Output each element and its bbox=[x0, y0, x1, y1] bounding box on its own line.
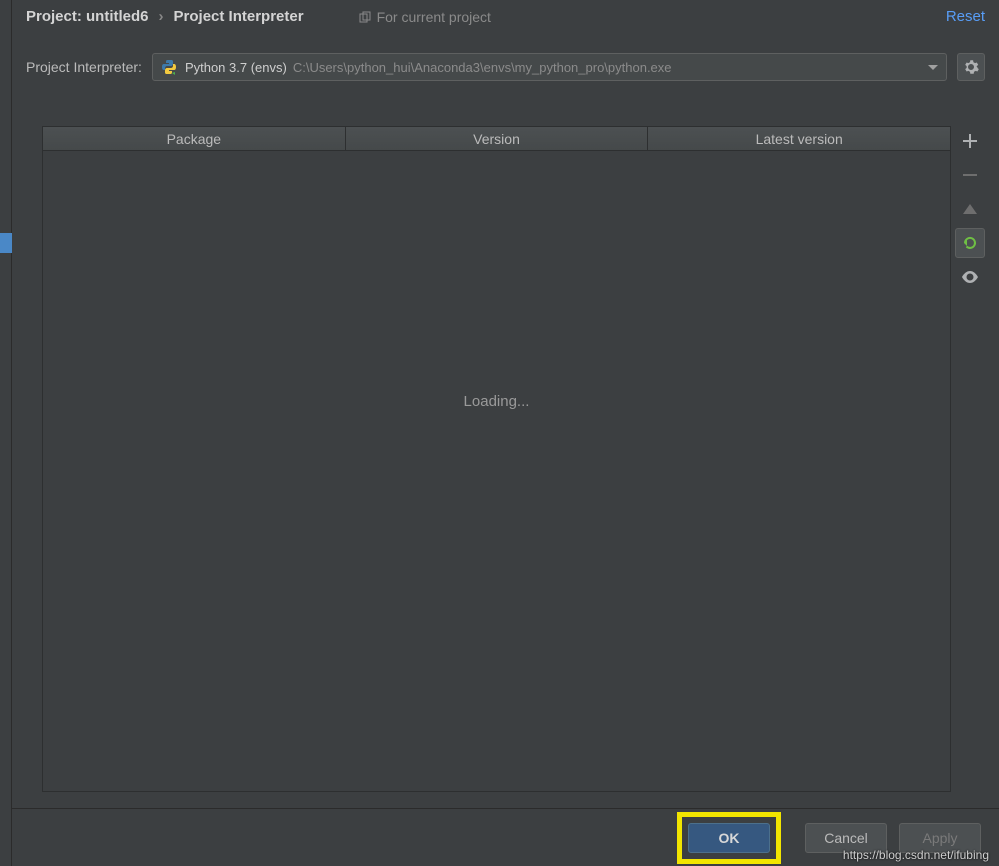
packages-table: Package Version Latest version Loading..… bbox=[42, 126, 951, 792]
breadcrumb-section: Project Interpreter bbox=[174, 8, 304, 25]
column-latest[interactable]: Latest version bbox=[648, 127, 950, 150]
watermark-text: https://blog.csdn.net/ifubing bbox=[843, 848, 989, 862]
breadcrumb: Project: untitled6 › Project Interpreter… bbox=[12, 0, 999, 31]
scope-text: For current project bbox=[377, 9, 491, 25]
interpreter-select[interactable]: Python 3.7 (envs) C:\Users\python_hui\An… bbox=[152, 53, 947, 81]
upgrade-package-button[interactable] bbox=[955, 194, 985, 224]
show-early-releases-button[interactable] bbox=[955, 262, 985, 292]
scope-label: For current project bbox=[359, 9, 491, 25]
refresh-button[interactable] bbox=[955, 228, 985, 258]
breadcrumb-project[interactable]: Project: untitled6 bbox=[26, 8, 149, 25]
loading-text: Loading... bbox=[464, 393, 530, 410]
python-icon bbox=[161, 59, 177, 75]
settings-panel: Project: untitled6 › Project Interpreter… bbox=[12, 0, 999, 866]
table-header: Package Version Latest version bbox=[43, 127, 950, 151]
interpreter-name: Python 3.7 (envs) bbox=[185, 60, 287, 75]
interpreter-row: Project Interpreter: Python 3.7 (envs) C… bbox=[12, 31, 999, 81]
copy-icon bbox=[359, 11, 371, 23]
table-body: Loading... bbox=[43, 151, 950, 791]
ok-button[interactable]: OK bbox=[688, 823, 770, 853]
minus-icon bbox=[963, 168, 977, 182]
left-gutter bbox=[0, 0, 12, 866]
side-toolbar bbox=[955, 126, 985, 292]
chevron-right-icon: › bbox=[159, 8, 164, 25]
ok-highlight-box: OK bbox=[677, 812, 781, 864]
eye-icon bbox=[961, 271, 979, 283]
reset-link[interactable]: Reset bbox=[946, 8, 985, 25]
left-gutter-highlight bbox=[0, 233, 12, 253]
chevron-down-icon bbox=[928, 65, 938, 70]
interpreter-settings-button[interactable] bbox=[957, 53, 985, 81]
interpreter-label: Project Interpreter: bbox=[26, 59, 142, 75]
add-package-button[interactable] bbox=[955, 126, 985, 156]
plus-icon bbox=[963, 134, 977, 148]
gear-icon bbox=[963, 59, 979, 75]
column-version[interactable]: Version bbox=[346, 127, 649, 150]
refresh-icon bbox=[962, 235, 978, 251]
interpreter-path: C:\Users\python_hui\Anaconda3\envs\my_py… bbox=[293, 60, 672, 75]
remove-package-button[interactable] bbox=[955, 160, 985, 190]
column-package[interactable]: Package bbox=[43, 127, 346, 150]
triangle-up-icon bbox=[963, 204, 977, 214]
